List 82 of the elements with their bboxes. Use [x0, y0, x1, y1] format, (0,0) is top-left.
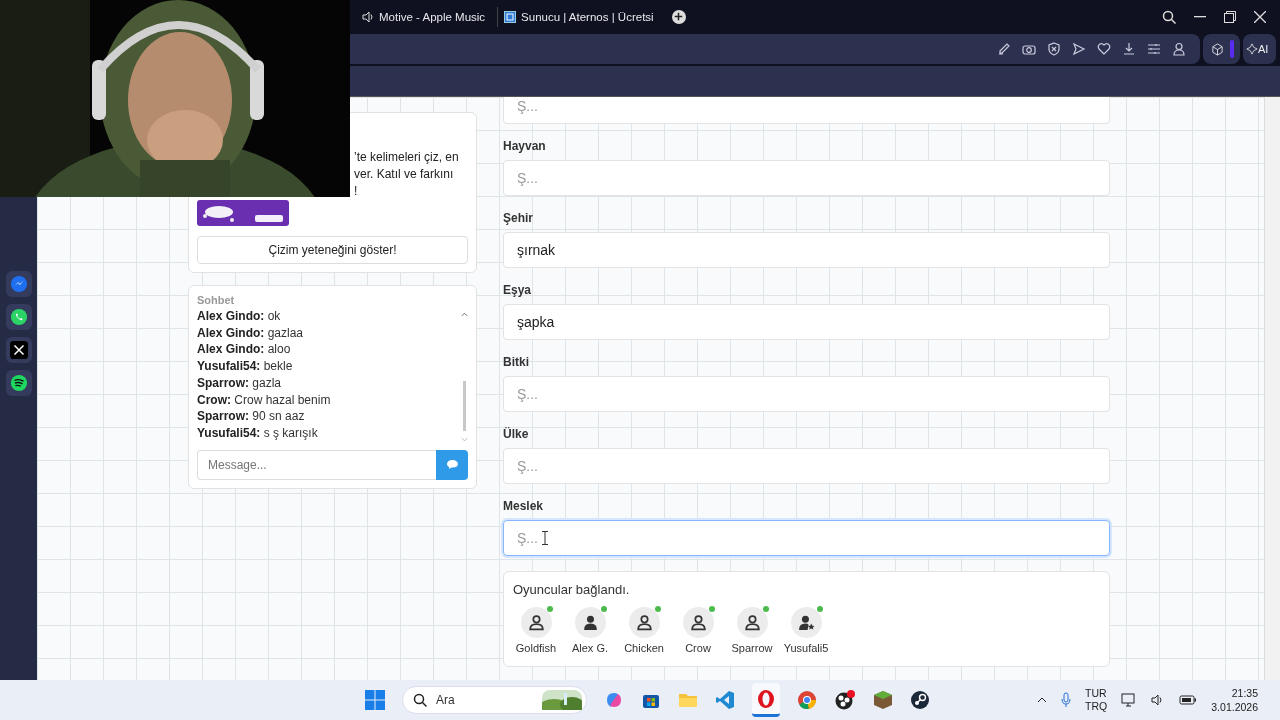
search-icon	[413, 693, 427, 707]
browser-tab[interactable]: Motive - Apple Music	[360, 6, 488, 27]
player-name: Crow	[685, 642, 711, 654]
language-indicator[interactable]: TUR TRQ	[1085, 687, 1108, 713]
chat-message: Alex Gindo: aloo	[197, 341, 292, 359]
chat-message: Alex Gindo: gazlaa	[197, 324, 305, 342]
monitor-icon[interactable]	[1121, 693, 1138, 707]
field-label: Bitki	[503, 354, 530, 371]
chat-message: Sparrow: 90 sn aaz	[197, 408, 306, 425]
ring-app-icon[interactable]	[752, 683, 780, 717]
browser-tab[interactable]: Sunucu | Aternos | Ücretsi	[497, 6, 656, 27]
field-label: Eşya	[503, 282, 533, 299]
cube-icon	[1211, 42, 1224, 56]
chat-message: Sparrow: gazla	[197, 374, 283, 392]
gear-circle-icon[interactable]	[910, 690, 930, 710]
lightning-bubble-icon[interactable]	[5, 271, 32, 297]
sound-waves-icon[interactable]	[5, 370, 32, 396]
input-field[interactable]: şapka	[503, 304, 1110, 340]
message-input[interactable]: Message...	[197, 449, 436, 480]
swirl-icon[interactable]	[604, 690, 624, 710]
code-editor-icon[interactable]	[715, 690, 735, 710]
player-name: Goldfish	[515, 642, 557, 654]
person-outline-icon	[689, 614, 707, 631]
person-outline-icon	[635, 614, 653, 631]
intro-text: ’te kelimeleri çiz, en	[354, 149, 460, 166]
chat-message: Crow: Crow hazal benim	[197, 391, 332, 409]
caret-icon[interactable]	[1037, 697, 1048, 703]
camera-icon[interactable]	[1022, 42, 1036, 56]
player-name: Yusufali5	[783, 642, 829, 654]
close-icon[interactable]	[1254, 10, 1266, 23]
player-name: Chicken	[624, 642, 664, 654]
player-name: Sparrow	[731, 642, 773, 654]
page-scrollbar[interactable]	[1264, 97, 1280, 680]
field-label: Şehir	[503, 210, 534, 227]
person-outline-icon	[527, 614, 545, 631]
microphone-icon[interactable]	[1061, 692, 1072, 708]
battery-icon[interactable]	[1179, 695, 1198, 705]
text-cursor-icon	[542, 531, 548, 545]
download-icon[interactable]	[1122, 42, 1136, 56]
chat-message: Yusufali54: bekle	[197, 358, 294, 375]
grass-block-icon[interactable]	[873, 690, 893, 710]
phone-bubble-icon[interactable]	[5, 304, 32, 330]
person-outline-icon	[743, 614, 761, 631]
heart-icon[interactable]	[1097, 42, 1111, 56]
players-status: Oyuncular bağlandı.	[513, 582, 631, 597]
record-app-icon[interactable]	[834, 690, 856, 710]
scrollbar-thumb[interactable]	[462, 380, 466, 431]
circle-browser-icon[interactable]	[797, 690, 817, 710]
field-label: Ülke	[503, 426, 530, 443]
ai-button[interactable]: AI	[1243, 34, 1276, 64]
cube-button[interactable]	[1203, 34, 1240, 64]
search-icon[interactable]	[1162, 9, 1176, 24]
taskbar-search[interactable]: Ara	[402, 686, 587, 714]
show-skill-button[interactable]: Çizim yeteneğini göster!	[197, 236, 468, 264]
sparkle-icon	[1246, 43, 1258, 55]
maximize-icon[interactable]	[1224, 10, 1236, 23]
intro-text: ver. Katıl ve farkını	[354, 166, 455, 183]
person-icon[interactable]	[1172, 42, 1186, 56]
field-label: Hayvan	[503, 138, 547, 155]
chat-title: Sohbet	[197, 294, 236, 306]
shield-icon[interactable]	[1047, 42, 1061, 56]
player-name: Alex G.	[571, 642, 609, 654]
person-icon	[581, 614, 599, 631]
grid-square-icon	[504, 10, 517, 23]
send-icon[interactable]	[1072, 42, 1086, 56]
edit-icon[interactable]	[997, 42, 1011, 56]
clock[interactable]: 21:35 3.01.2026	[1211, 686, 1258, 714]
input-field[interactable]: şırnak	[503, 232, 1110, 268]
chat-message: Yusufali54: s ş karışık	[197, 424, 319, 442]
chat-bubble-icon	[445, 459, 459, 471]
person-star-icon	[797, 614, 815, 631]
speaker-icon	[362, 10, 374, 23]
intro-text: !	[354, 183, 359, 200]
sliders-icon[interactable]	[1147, 42, 1161, 56]
cross-icon[interactable]	[5, 337, 32, 363]
new-tab-button[interactable]	[671, 9, 686, 24]
scroll-up-icon[interactable]	[460, 312, 468, 317]
chat-message: Alex Gindo: ok	[197, 308, 282, 325]
send-button[interactable]	[436, 449, 468, 480]
plus-icon	[674, 12, 684, 21]
minimize-icon[interactable]	[1194, 15, 1206, 18]
field-label: Meslek	[503, 498, 545, 515]
